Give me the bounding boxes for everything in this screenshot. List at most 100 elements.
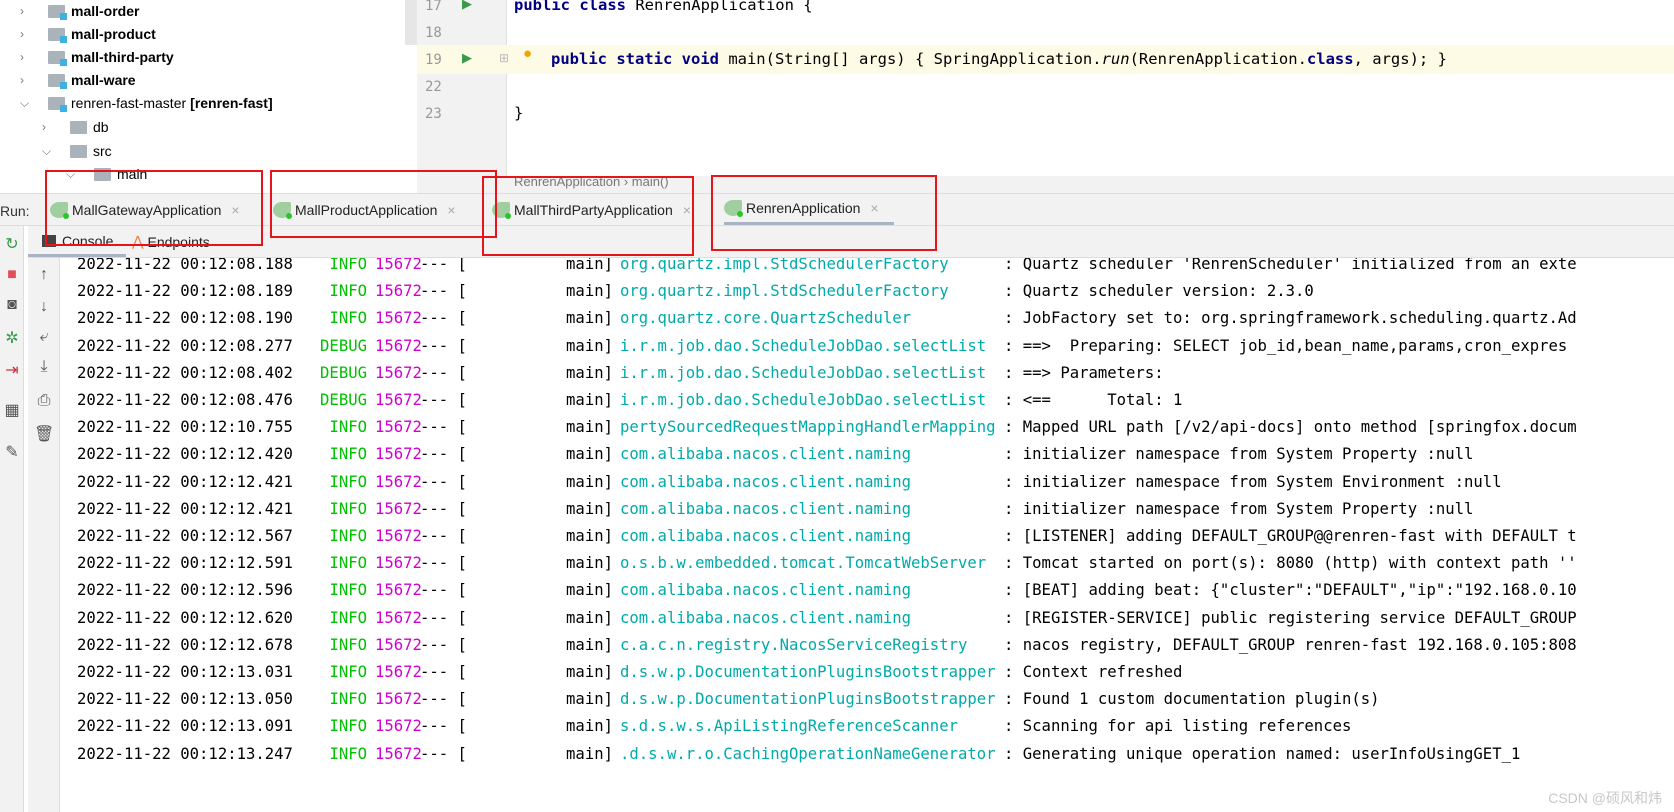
log-timestamp: 2022-11-22 00:12:12.420 [77, 445, 293, 464]
log-logger: i.r.m.job.dao.ScheduleJobDao.selectList [620, 363, 987, 382]
log-row: 2022-11-22 00:12:12.678 INFO 15672 --- [mai… [61, 636, 1674, 663]
log-message: : initializer namespace from System Envi… [1004, 472, 1502, 491]
run-toolbar: ↻ ■ ◙ ✲ ⇥ ▦ ✎ [0, 226, 24, 812]
exit-icon[interactable]: ⇥ [2, 360, 22, 380]
log-row: 2022-11-22 00:12:13.050 INFO 15672 --- [mai… [61, 690, 1674, 717]
log-timestamp: 2022-11-22 00:12:08.476 [77, 391, 293, 409]
code-line[interactable]: } [514, 104, 523, 122]
rerun-icon[interactable]: ↻ [2, 234, 22, 254]
log-message: : nacos registry, DEFAULT_GROUP renren-f… [1004, 635, 1577, 654]
log-thread: main] [566, 336, 613, 355]
log-thread: main] [566, 554, 613, 573]
chevron-right-icon[interactable]: › [42, 120, 56, 134]
log-logger: c.a.c.n.registry.NacosServiceRegistry [620, 635, 968, 654]
log-pid: 15672 [375, 635, 422, 654]
log-row: 2022-11-22 00:12:08.188 INFO 15672 --- [mai… [61, 258, 1674, 282]
log-thread: main] [566, 717, 613, 736]
tree-item[interactable]: › mall-product [20, 23, 156, 45]
log-level: INFO [329, 282, 367, 301]
line-number: 17 [425, 0, 442, 14]
log-level: INFO [329, 472, 367, 491]
log-row: 2022-11-22 00:12:08.402 DEBUG 15672 --- [ma… [61, 364, 1674, 391]
log-level: INFO [329, 635, 367, 654]
tree-item-label: mall-ware [71, 72, 136, 88]
debug-icon[interactable]: ✲ [2, 328, 22, 348]
tree-item[interactable]: › mall-third-party [20, 46, 174, 68]
log-pid: 15672 [375, 499, 422, 518]
log-timestamp: 2022-11-22 00:12:08.402 [77, 363, 293, 382]
module-folder-icon [48, 27, 67, 43]
print-icon[interactable]: ⎙ [34, 392, 54, 410]
log-timestamp: 2022-11-22 00:12:12.421 [77, 499, 293, 518]
log-timestamp: 2022-11-22 00:12:08.188 [77, 258, 293, 273]
log-message: : Scanning for api listing references [1004, 717, 1352, 736]
up-arrow-icon[interactable]: ↑ [34, 266, 54, 284]
tree-scrollbar[interactable] [405, 0, 417, 45]
log-level: INFO [329, 717, 367, 736]
chevron-right-icon[interactable]: › [20, 4, 34, 18]
log-level: INFO [329, 258, 367, 273]
log-timestamp: 2022-11-22 00:12:12.567 [77, 527, 293, 545]
chevron-right-icon[interactable]: › [20, 73, 34, 87]
log-level: INFO [329, 554, 367, 573]
run-class-icon[interactable]: ▶ [462, 0, 472, 12]
log-pid: 15672 [375, 717, 422, 736]
chevron-right-icon[interactable]: › [20, 27, 34, 41]
log-thread: main] [566, 608, 613, 627]
fold-icon[interactable]: ⊞ [499, 51, 509, 65]
soft-wrap-icon[interactable]: ⤶ [34, 328, 54, 346]
chevron-down-icon[interactable]: ⌵ [42, 144, 56, 159]
log-logger: com.alibaba.nacos.client.naming [620, 472, 912, 491]
log-message: : Mapped URL path [/v2/api-docs] onto me… [1004, 418, 1577, 437]
code-token: public [551, 50, 617, 68]
log-message: : initializer namespace from System Prop… [1004, 445, 1474, 464]
run-main-icon[interactable]: ▶ [462, 50, 472, 66]
tree-item[interactable]: › mall-ware [20, 69, 136, 91]
log-message: : [REGISTER-SERVICE] public registering … [1004, 608, 1577, 627]
line-number: 23 [425, 106, 442, 122]
log-logger: com.alibaba.nacos.client.naming [620, 608, 912, 627]
log-logger: s.d.s.w.s.ApiListingReferenceScanner [620, 717, 958, 736]
watermark: CSDN @硕风和炜 [1548, 790, 1662, 806]
log-timestamp: 2022-11-22 00:12:08.189 [77, 282, 293, 301]
code-token: public class [514, 0, 626, 14]
log-logger: com.alibaba.nacos.client.naming [620, 527, 912, 545]
scroll-to-end-icon[interactable]: ⤓ [34, 358, 54, 376]
console-output[interactable]: 2022-11-22 00:12:08.188 INFO 15672 --- [mai… [61, 258, 1674, 812]
chevron-right-icon[interactable]: › [20, 50, 34, 64]
log-pid: 15672 [375, 527, 422, 545]
pin-icon[interactable]: ✎ [2, 442, 22, 462]
tree-item-label: renren-fast-master [71, 95, 187, 111]
tree-item[interactable]: › db [42, 116, 109, 138]
log-timestamp: 2022-11-22 00:12:13.031 [77, 663, 293, 681]
tree-item[interactable]: › mall-order [20, 0, 139, 22]
layout-icon[interactable]: ▦ [2, 400, 22, 420]
log-pid: 15672 [375, 608, 422, 627]
down-arrow-icon[interactable]: ↓ [34, 298, 54, 316]
tree-item[interactable]: ⌵ src [42, 140, 112, 162]
log-level: INFO [329, 445, 367, 464]
log-message: : JobFactory set to: org.springframework… [1004, 309, 1577, 328]
camera-icon[interactable]: ◙ [2, 296, 22, 314]
code-line[interactable]: public static void main(String[] args) {… [551, 50, 1447, 68]
chevron-down-icon[interactable]: ⌵ [20, 96, 34, 111]
code-token: } [514, 104, 524, 122]
log-row: 2022-11-22 00:12:08.476 DEBUG 15672 --- [ma… [61, 391, 1674, 418]
log-row: 2022-11-22 00:12:08.190 INFO 15672 --- [mai… [61, 309, 1674, 336]
tree-item-label: mall-order [71, 3, 140, 19]
code-token: static void [616, 50, 719, 68]
log-level: INFO [329, 608, 367, 627]
lightbulb-icon[interactable]: ● [523, 45, 532, 62]
tree-item-label: db [93, 119, 109, 135]
code-line[interactable]: public class RenrenApplication { [514, 0, 813, 14]
log-message: : [BEAT] adding beat: {"cluster":"DEFAUL… [1004, 581, 1577, 600]
code-token: main(String[] args) { SpringApplication. [718, 50, 1102, 68]
trash-icon[interactable]: 🗑 [34, 424, 54, 444]
tree-item[interactable]: ⌵ renren-fast-master [renren-fast] [20, 92, 273, 114]
run-label: Run: [0, 203, 30, 219]
log-row: 2022-11-22 00:12:13.031 INFO 15672 --- [mai… [61, 663, 1674, 690]
log-timestamp: 2022-11-22 00:12:10.755 [77, 418, 293, 437]
log-timestamp: 2022-11-22 00:12:12.620 [77, 608, 293, 627]
log-row: 2022-11-22 00:12:13.091 INFO 15672 --- [mai… [61, 717, 1674, 744]
stop-icon[interactable]: ■ [2, 266, 22, 284]
